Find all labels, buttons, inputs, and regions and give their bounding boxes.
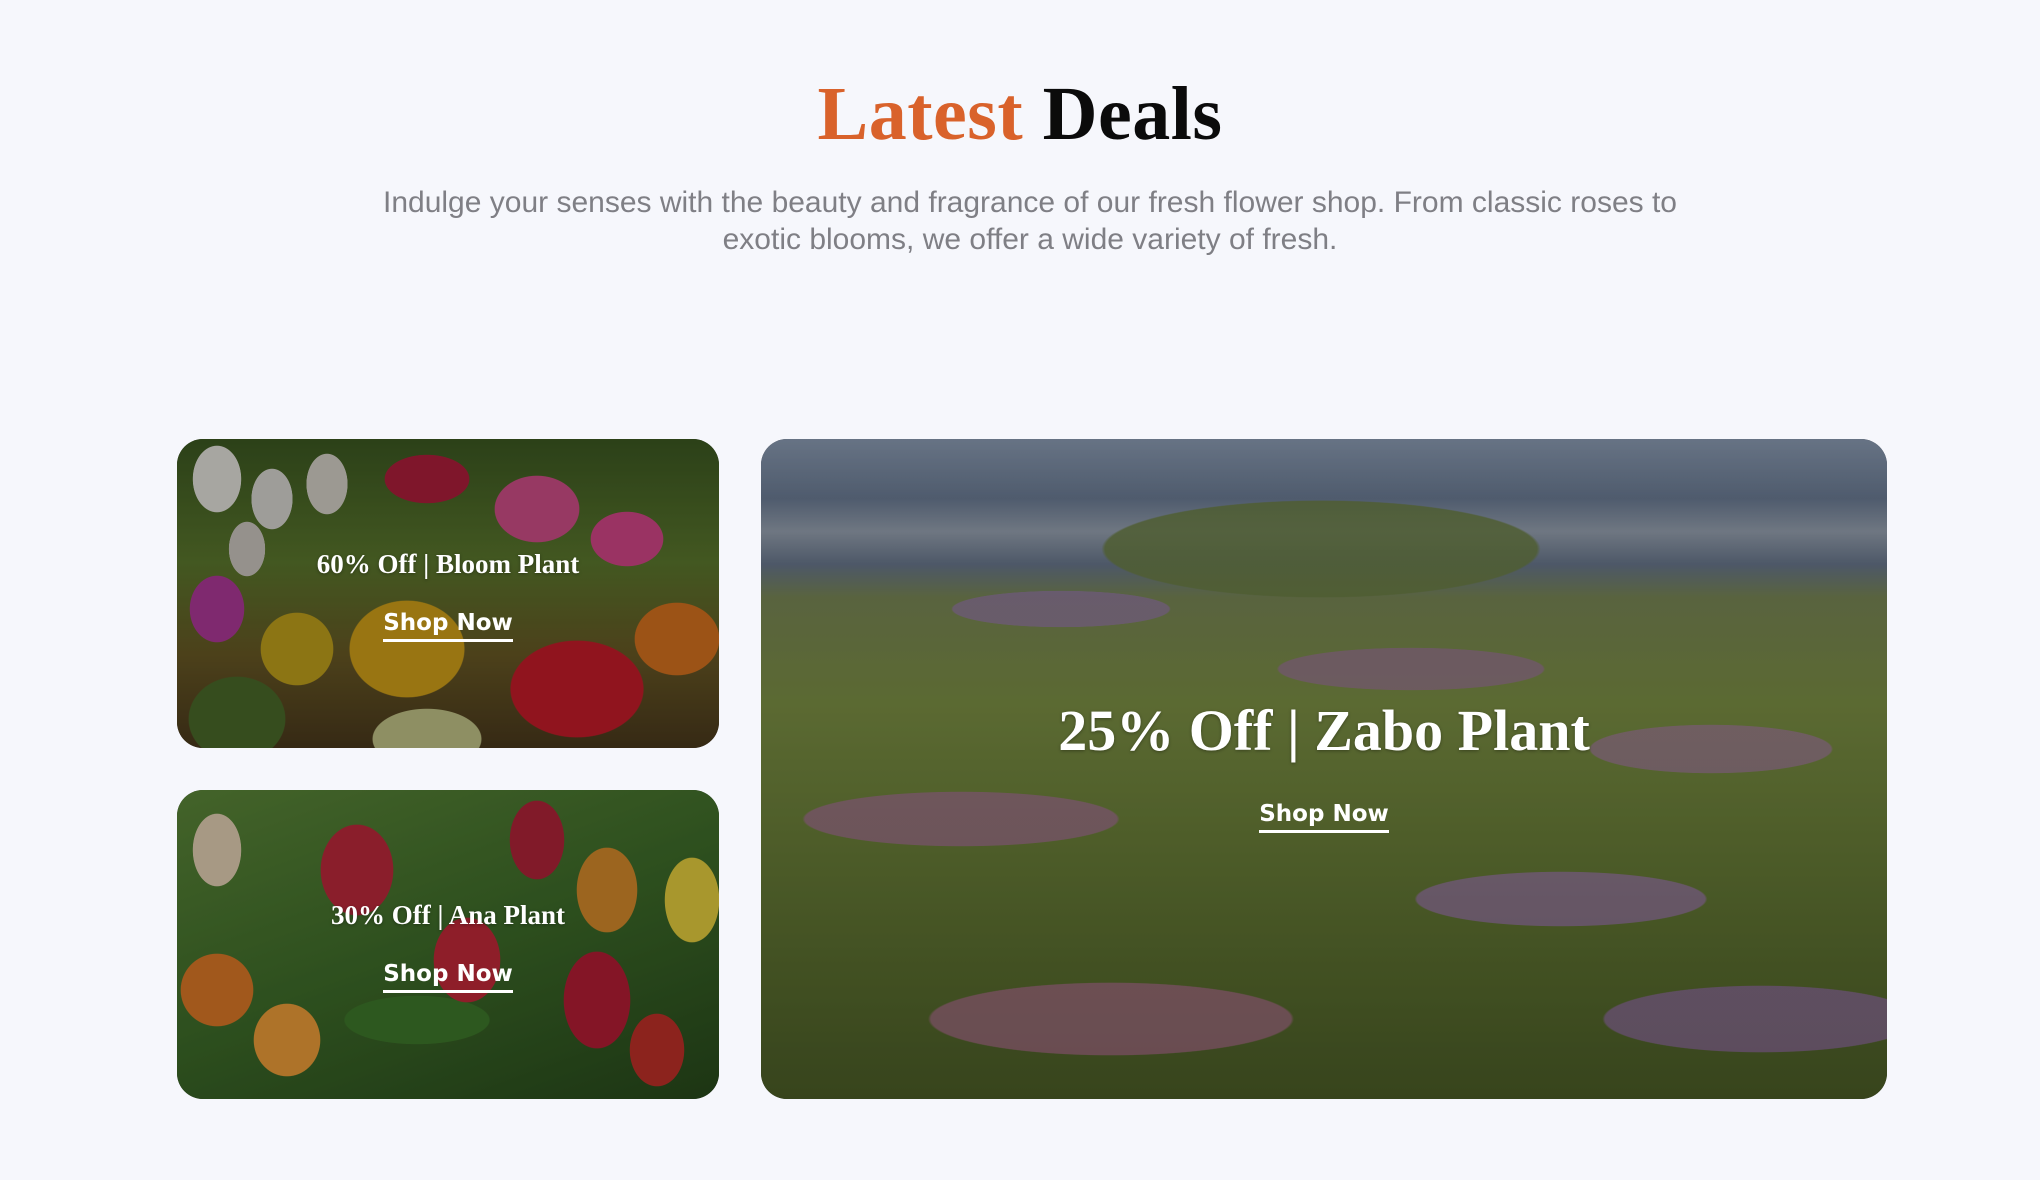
deal-card-zabo-plant[interactable]: 25% Off | Zabo Plant Shop Now <box>761 439 1887 1099</box>
latest-deals-section: Latest Deals Indulge your senses with th… <box>0 0 2040 1180</box>
section-title: Latest Deals <box>0 64 2040 164</box>
shop-now-link[interactable]: Shop Now <box>1259 800 1389 833</box>
deal-card-ana-plant[interactable]: 30% Off | Ana Plant Shop Now <box>177 790 719 1099</box>
deal-title: 60% Off | Bloom Plant <box>316 549 580 579</box>
section-title-rest: Deals <box>1042 72 1223 156</box>
shop-now-link[interactable]: Shop Now <box>383 609 513 642</box>
section-title-accent: Latest <box>817 72 1024 156</box>
deal-title: 30% Off | Ana Plant <box>331 900 565 930</box>
deal-title: 25% Off | Zabo Plant <box>1058 697 1590 763</box>
shop-now-link[interactable]: Shop Now <box>383 960 513 993</box>
section-subtitle: Indulge your senses with the beauty and … <box>383 186 1677 256</box>
deal-card-bloom-plant[interactable]: 60% Off | Bloom Plant Shop Now <box>177 439 719 748</box>
